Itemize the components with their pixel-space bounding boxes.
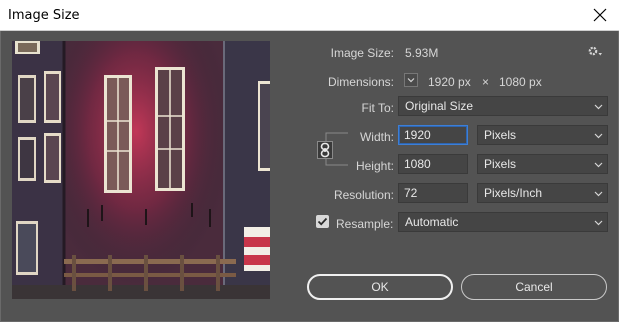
dimensions-label: Dimensions:: [327, 75, 394, 89]
dimensions-unit-menu[interactable]: [404, 73, 418, 87]
width-unit-value: Pixels: [484, 128, 517, 142]
close-icon[interactable]: [593, 8, 607, 22]
chevron-down-icon: [407, 78, 415, 83]
window-title: Image Size: [8, 8, 80, 23]
resolution-label: Resolution:: [333, 188, 394, 202]
image-size-label: Image Size:: [330, 46, 394, 60]
height-input[interactable]: 1080: [398, 154, 468, 174]
chevron-down-icon: [594, 191, 603, 197]
height-label: Height:: [355, 159, 394, 173]
resample-checkbox[interactable]: [316, 215, 329, 228]
width-unit-select[interactable]: Pixels: [477, 125, 608, 145]
link-chain-icon: [320, 142, 330, 158]
image-preview[interactable]: [12, 41, 270, 299]
fit-to-label: Fit To:: [361, 101, 394, 115]
resample-select[interactable]: Automatic: [398, 212, 608, 232]
width-input[interactable]: 1920: [398, 125, 468, 145]
ok-button[interactable]: OK: [307, 274, 453, 300]
cancel-button[interactable]: Cancel: [461, 274, 607, 300]
resolution-unit-select[interactable]: Pixels/Inch: [477, 183, 608, 203]
building-photo: [12, 41, 270, 299]
resample-label: Resample:: [336, 217, 394, 231]
resample-value: Automatic: [405, 215, 459, 229]
image-size-value: 5.93M: [405, 46, 439, 60]
fit-to-value: Original Size: [405, 99, 474, 113]
fit-to-select[interactable]: Original Size: [398, 96, 608, 116]
chevron-down-icon: [594, 133, 603, 139]
chevron-down-icon: [594, 104, 603, 110]
height-unit-select[interactable]: Pixels: [477, 154, 608, 174]
dimensions-width: 1920 px: [428, 75, 471, 89]
checkmark-icon: [317, 217, 328, 226]
resolution-input[interactable]: 72: [398, 183, 468, 203]
constrain-proportions-toggle[interactable]: [317, 141, 333, 159]
title-bar: Image Size: [0, 0, 619, 31]
dimensions-separator: ×: [482, 75, 490, 89]
resolution-unit-value: Pixels/Inch: [484, 186, 543, 200]
chevron-down-icon: [594, 162, 603, 168]
gear-icon[interactable]: [587, 45, 603, 58]
chevron-down-icon: [594, 220, 603, 226]
width-label: Width:: [359, 130, 394, 144]
height-unit-value: Pixels: [484, 157, 517, 171]
dimensions-height: 1080 px: [499, 75, 542, 89]
